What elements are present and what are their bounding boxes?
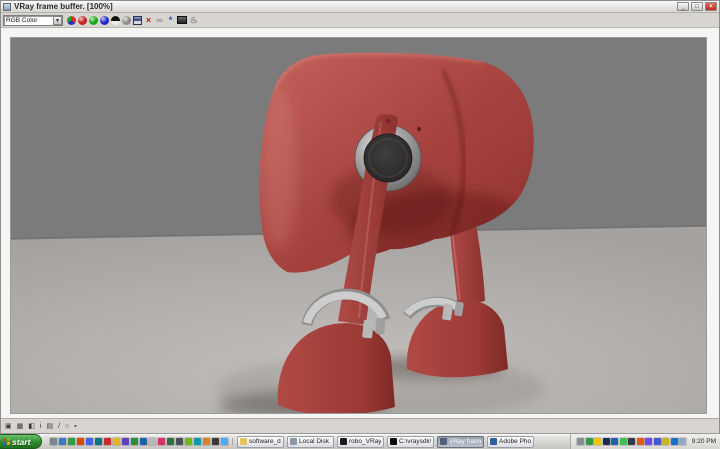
tray-icon-8[interactable] <box>636 438 644 445</box>
quick-launch-icon-10[interactable] <box>131 438 138 445</box>
flag-cell-2 <box>7 437 10 441</box>
quick-launch-icon-3[interactable] <box>68 438 75 445</box>
channel-dropdown-value: RGB Color <box>6 16 38 24</box>
tray-icon-7[interactable] <box>628 438 636 445</box>
white-balance-button[interactable]: ▪ <box>74 423 76 431</box>
quick-launch-icon-2[interactable] <box>59 438 66 445</box>
red-channel-button[interactable] <box>78 15 87 25</box>
taskbar-item-software-develo[interactable]: software_develo... <box>237 435 284 448</box>
minimize-button[interactable]: _ <box>677 2 689 11</box>
quick-launch-bar <box>46 438 233 445</box>
quick-launch-icon-4[interactable] <box>77 438 84 445</box>
quick-launch-icon-16[interactable] <box>185 438 192 445</box>
maximize-button[interactable]: □ <box>691 2 703 11</box>
taskbar-clock: 9:20 PM <box>691 437 716 445</box>
quick-launch-icon-15[interactable] <box>176 438 183 445</box>
render-frame <box>10 37 707 421</box>
blue-channel-button[interactable] <box>100 15 109 25</box>
levels-button[interactable]: ▤ <box>46 423 53 431</box>
taskbar: start software_develo... Local Disk (C:)… <box>0 433 720 449</box>
flag-cell-3 <box>3 442 6 446</box>
quick-launch-icon-11[interactable] <box>140 438 147 445</box>
curves-button[interactable]: / <box>58 423 60 431</box>
pixel-info-button[interactable]: i <box>40 423 42 431</box>
leg-screw <box>385 118 391 124</box>
quick-launch-icon-18[interactable] <box>203 438 210 445</box>
toolbar-buttons: × ∞ * ♨ <box>67 15 198 25</box>
flag-cell-1 <box>3 438 6 442</box>
region-render-button[interactable] <box>177 16 187 24</box>
tray-icon-13[interactable] <box>679 438 687 445</box>
body-screw <box>417 127 421 131</box>
taskbar-item-robo-vray-3dm[interactable]: robo_VRay.3dm ... <box>337 435 384 448</box>
quick-launch-icon-9[interactable] <box>122 438 129 445</box>
system-tray: 9:20 PM <box>570 434 720 449</box>
tray-icon-10[interactable] <box>653 438 661 445</box>
tray-icon-2[interactable] <box>585 438 593 445</box>
show-corrections-button[interactable]: ▦ <box>17 423 24 431</box>
save-image-button[interactable] <box>133 15 142 25</box>
hub-dark-disc <box>363 133 413 183</box>
flag-cell-4 <box>7 441 10 445</box>
close-button[interactable]: × <box>705 2 717 11</box>
quick-launch-icon-5[interactable] <box>86 438 93 445</box>
taskbar-buttons: software_develo... Local Disk (C:) robo_… <box>237 435 534 448</box>
vfb-toolbar: RGB Color ▼ × ∞ * ♨ <box>1 13 719 28</box>
taskbar-item-vray-frame-buffer[interactable]: VRay frame buff... <box>437 435 484 448</box>
windows-flag-icon <box>3 437 10 446</box>
task-icon <box>440 438 447 445</box>
tray-icon-1[interactable] <box>577 438 585 445</box>
vfb-content-area <box>1 28 719 421</box>
alpha-channel-button[interactable] <box>111 15 120 25</box>
quick-launch-icon-19[interactable] <box>212 438 219 445</box>
render-last-button[interactable]: ♨ <box>189 15 198 25</box>
monochrome-channel-button[interactable] <box>122 15 131 25</box>
titlebar: VRay frame buffer. [100%] _ □ × <box>1 1 719 13</box>
window-icon <box>3 2 11 11</box>
stamp-button[interactable]: ▣ <box>5 423 12 431</box>
start-button[interactable]: start <box>0 434 42 449</box>
quick-launch-icon-12[interactable] <box>149 438 156 445</box>
duplicate-to-host-button[interactable]: ∞ <box>155 15 164 25</box>
exposure-button[interactable]: ○ <box>65 423 69 431</box>
quick-launch-icon-13[interactable] <box>158 438 165 445</box>
task-icon <box>340 438 347 445</box>
chevron-down-icon[interactable]: ▼ <box>53 15 62 25</box>
green-channel-button[interactable] <box>89 15 98 25</box>
tray-icon-9[interactable] <box>645 438 653 445</box>
taskbar-item-adobe-photoshop[interactable]: Adobe Photoshop ... <box>487 435 534 448</box>
quick-launch-icon-6[interactable] <box>95 438 102 445</box>
task-icon <box>390 438 397 445</box>
track-mouse-button[interactable]: * <box>166 15 175 25</box>
start-button-label: start <box>12 436 31 447</box>
tray-icons <box>577 438 687 445</box>
quick-launch-icon-20[interactable] <box>221 438 228 445</box>
quick-launch-icon-8[interactable] <box>113 438 120 445</box>
tray-icon-3[interactable] <box>594 438 602 445</box>
task-icon <box>290 438 297 445</box>
vray-frame-buffer-window: VRay frame buffer. [100%] _ □ × RGB Colo… <box>0 0 720 434</box>
quick-launch-icon-17[interactable] <box>194 438 201 445</box>
task-icon <box>490 438 497 445</box>
tray-icon-6[interactable] <box>619 438 627 445</box>
render-image <box>10 38 707 421</box>
window-controls: _ □ × <box>677 2 717 11</box>
tray-icon-5[interactable] <box>611 438 619 445</box>
window-title: VRay frame buffer. [100%] <box>14 1 113 11</box>
desktop: VRay frame buffer. [100%] _ □ × RGB Colo… <box>0 0 720 449</box>
task-icon <box>240 438 247 445</box>
tray-icon-4[interactable] <box>602 438 610 445</box>
quick-launch-icon-1[interactable] <box>50 438 57 445</box>
rgb-color-sphere-button[interactable] <box>67 15 76 25</box>
tray-icon-12[interactable] <box>670 438 678 445</box>
taskbar-item-console[interactable]: C:\vraysdk\bin\v... <box>387 435 434 448</box>
clear-image-button[interactable]: × <box>144 15 153 25</box>
force-clamp-button[interactable]: ◧ <box>28 423 35 431</box>
quick-launch-icon-7[interactable] <box>104 438 111 445</box>
vfb-statusbar: ▣ ▦ ◧ i ▤ / ○ ▪ <box>1 418 719 434</box>
taskbar-item-local-disk-c[interactable]: Local Disk (C:) <box>287 435 334 448</box>
tray-icon-11[interactable] <box>662 438 670 445</box>
channel-dropdown[interactable]: RGB Color ▼ <box>3 14 63 26</box>
quick-launch-icon-14[interactable] <box>167 438 174 445</box>
